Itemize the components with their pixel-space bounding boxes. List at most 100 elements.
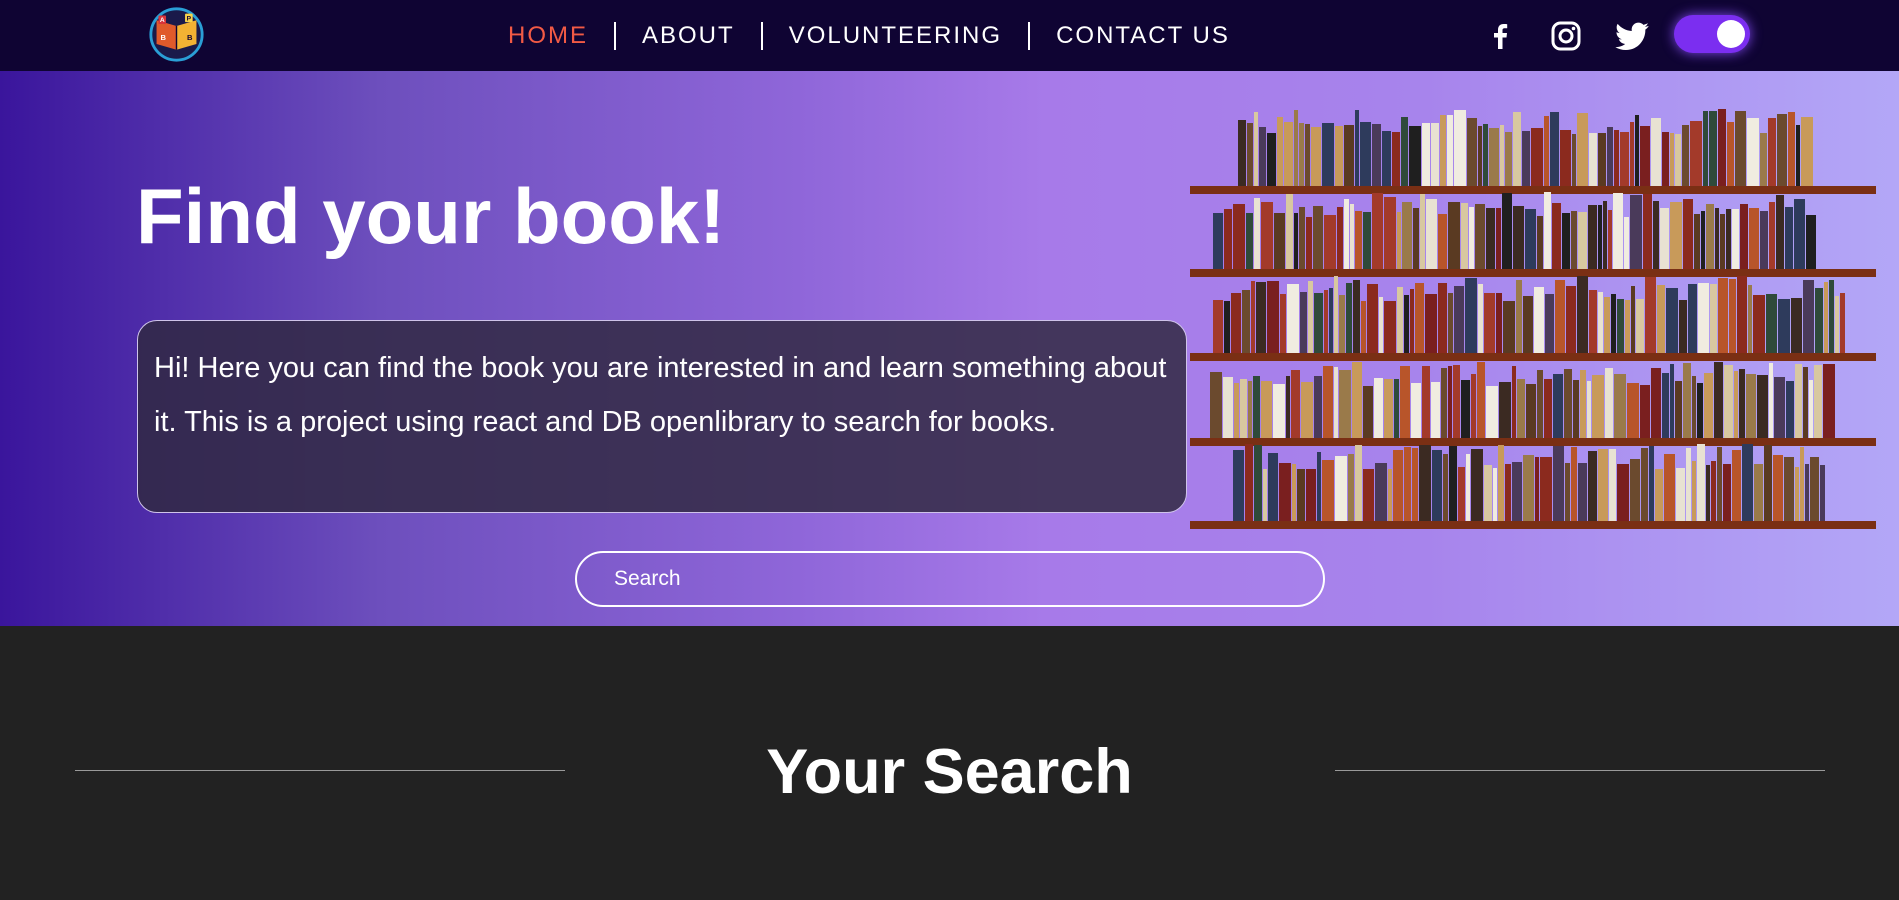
- book-spine: [1651, 368, 1661, 438]
- book-spine: [1384, 379, 1393, 438]
- book-spine: [1709, 111, 1717, 186]
- book-spine: [1400, 366, 1410, 438]
- book-spine: [1486, 208, 1495, 269]
- book-spine: [1449, 446, 1457, 521]
- book-spine: [1238, 120, 1246, 186]
- book-spine: [1760, 133, 1767, 186]
- book-spine: [1334, 276, 1338, 353]
- book-spine: [1447, 115, 1453, 186]
- book-spine: [1537, 370, 1543, 438]
- theme-toggle[interactable]: [1674, 15, 1750, 53]
- book-spine: [1379, 297, 1383, 353]
- book-spine: [1301, 382, 1313, 438]
- book-spine: [1711, 461, 1716, 521]
- book-spine: [1697, 444, 1705, 521]
- book-spine: [1824, 282, 1828, 353]
- book-spine: [1598, 449, 1608, 521]
- book-spine: [1598, 205, 1602, 269]
- book-spine: [1397, 287, 1403, 353]
- nav-link-volunteering[interactable]: VOLUNTEERING: [763, 22, 1028, 50]
- book-spine: [1809, 380, 1813, 438]
- nav-link-contact-us[interactable]: CONTACT US: [1030, 22, 1256, 50]
- book-spine: [1213, 213, 1223, 269]
- book-spine: [1392, 132, 1400, 186]
- book-spine: [1419, 445, 1431, 521]
- book-spine: [1263, 469, 1267, 521]
- book-spine: [1706, 465, 1710, 521]
- book-spine: [1526, 384, 1536, 438]
- instagram-icon[interactable]: [1546, 16, 1586, 56]
- shelf-plank: [1190, 269, 1876, 277]
- book-spine: [1267, 133, 1276, 186]
- book-spine: [1776, 195, 1784, 269]
- book-spine: [1322, 123, 1334, 186]
- twitter-icon[interactable]: [1612, 16, 1652, 56]
- book-spine: [1242, 290, 1250, 353]
- book-spine: [1503, 301, 1515, 353]
- book-spine: [1640, 126, 1650, 186]
- book-spine: [1739, 369, 1745, 438]
- book-spine: [1517, 379, 1525, 438]
- book-spine: [1565, 463, 1570, 521]
- book-spine: [1611, 294, 1616, 353]
- book-spine: [1412, 448, 1418, 521]
- book-spine: [1335, 126, 1343, 186]
- book-spine: [1233, 450, 1244, 521]
- book-spine: [1431, 382, 1440, 438]
- book-spine: [1448, 366, 1452, 438]
- logo[interactable]: A B P B: [148, 6, 205, 63]
- book-spine: [1523, 296, 1533, 353]
- book-spine: [1784, 457, 1794, 521]
- book-spine: [1223, 377, 1233, 438]
- book-spine: [1769, 202, 1775, 269]
- book-spine: [1703, 111, 1708, 186]
- book-spine: [1306, 217, 1312, 269]
- book-spine: [1742, 444, 1753, 521]
- book-spine: [1486, 386, 1498, 438]
- nav-link-about[interactable]: ABOUT: [616, 22, 761, 50]
- book-spine: [1292, 464, 1296, 521]
- navbar: A B P B HOME ABOUT VOLUNTEERING CONTACT …: [0, 0, 1899, 71]
- intro-box: Hi! Here you can find the book you are i…: [137, 320, 1187, 513]
- book-spine: [1694, 214, 1700, 269]
- book-spine: [1274, 213, 1285, 269]
- book-spine: [1401, 117, 1408, 186]
- hero-section: Find your book! Hi! Here you can find th…: [0, 71, 1899, 626]
- book-spine: [1324, 290, 1328, 353]
- book-spine: [1251, 281, 1255, 353]
- book-spine: [1493, 468, 1497, 521]
- book-spine: [1550, 112, 1559, 186]
- book-spine: [1453, 365, 1460, 438]
- book-spine: [1317, 452, 1321, 521]
- book-spine: [1769, 363, 1773, 438]
- book-spine: [1234, 383, 1239, 438]
- book-spine: [1483, 124, 1488, 186]
- book-spine: [1329, 288, 1333, 353]
- book-spine: [1224, 301, 1230, 353]
- book-spine: [1471, 449, 1483, 521]
- book-spine: [1670, 364, 1674, 438]
- logo-letter-a: A: [160, 17, 165, 24]
- book-spine: [1630, 195, 1642, 269]
- book-spine: [1617, 464, 1629, 521]
- book-spine: [1653, 201, 1659, 269]
- book-spine: [1675, 134, 1681, 186]
- nav-link-home[interactable]: HOME: [482, 22, 614, 50]
- book-spine: [1465, 278, 1477, 353]
- book-spine: [1645, 277, 1656, 353]
- bookshelf-illustration: [1190, 109, 1876, 529]
- book-spine: [1747, 118, 1759, 186]
- book-spine: [1572, 134, 1576, 186]
- book-spine: [1553, 446, 1564, 521]
- book-spine: [1773, 455, 1783, 521]
- facebook-icon[interactable]: [1480, 16, 1520, 56]
- book-spine: [1415, 283, 1424, 353]
- book-spine: [1683, 199, 1693, 269]
- book-spine: [1287, 284, 1299, 353]
- shelf-plank: [1190, 438, 1876, 446]
- book-spine: [1254, 112, 1258, 186]
- book-spine: [1397, 212, 1401, 269]
- book-spine: [1355, 445, 1362, 521]
- book-spine: [1617, 299, 1624, 353]
- book-spine: [1810, 457, 1819, 521]
